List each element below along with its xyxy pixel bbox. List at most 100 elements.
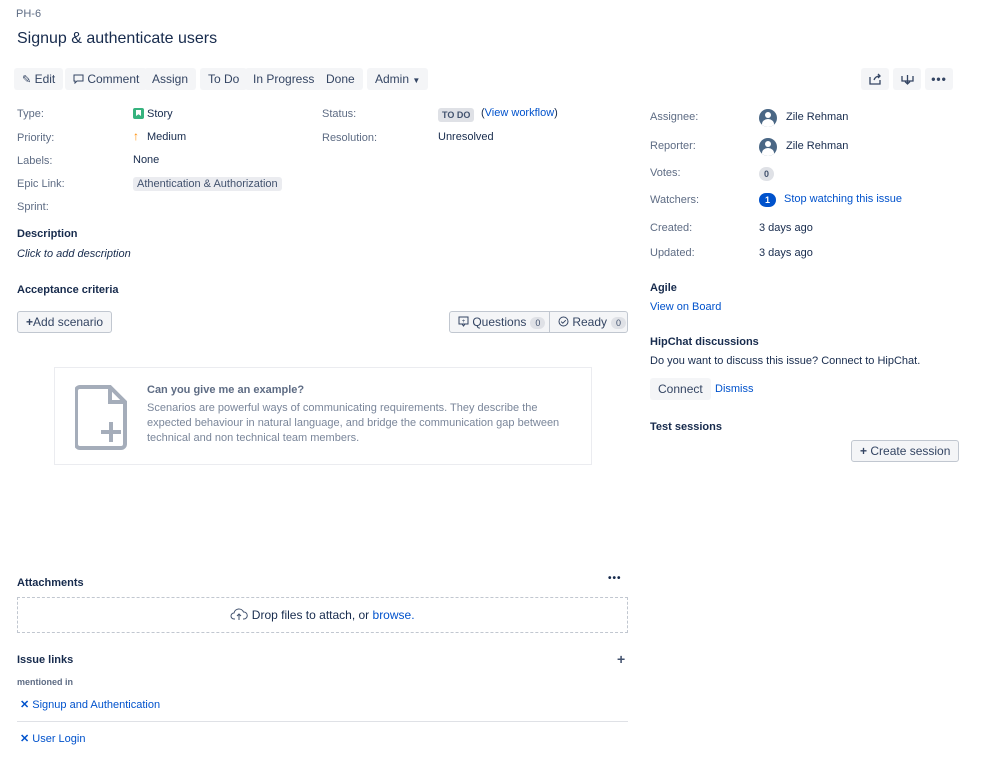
connect-button[interactable]: Connect (650, 378, 711, 400)
more-icon: ••• (931, 72, 947, 86)
share-button[interactable] (861, 68, 889, 90)
admin-label: Admin (375, 72, 410, 86)
status-label: Status: (322, 108, 357, 120)
priority-value: Medium (147, 131, 187, 143)
create-session-label: Create session (870, 444, 951, 458)
plus-icon: + (26, 315, 34, 329)
epic-link-label: Epic Link: (17, 178, 65, 190)
confluence-icon: ✕ (20, 733, 30, 745)
plus-icon: + (860, 444, 868, 458)
reporter-label: Reporter: (650, 140, 696, 152)
avatar (759, 109, 777, 127)
stop-watching-link[interactable]: Stop watching this issue (784, 193, 902, 205)
view-workflow-link-wrap: (View workflow) (481, 107, 558, 119)
example-text: Scenarios are powerful ways of communica… (147, 402, 560, 444)
check-circle-icon (558, 315, 572, 329)
issue-link-item[interactable]: ✕ User Login (20, 732, 85, 745)
assignee-name[interactable]: Zile Rehman (786, 111, 848, 123)
confluence-icon: ✕ (20, 699, 30, 711)
created-label: Created: (650, 222, 693, 234)
edit-button[interactable]: ✎ Edit (14, 68, 64, 90)
questions-button[interactable]: + Questions 0 (449, 311, 550, 333)
todo-button[interactable]: To Do (200, 68, 248, 90)
issue-links-heading: Issue links (17, 654, 74, 666)
description-field[interactable]: Click to add description (17, 248, 131, 260)
description-heading: Description (17, 228, 78, 240)
watchers-count[interactable]: 1 (759, 193, 777, 207)
watchers-label: Watchers: (650, 194, 700, 206)
question-icon: + (458, 315, 472, 329)
story-icon (133, 108, 144, 119)
chevron-down-icon: ▼ (412, 76, 421, 85)
issue-link-text[interactable]: User Login (32, 733, 85, 745)
votes-label: Votes: (650, 167, 681, 179)
cloud-upload-icon (230, 608, 251, 622)
status-badge: TO DO (438, 108, 475, 122)
drop-text: Drop files to attach, or (251, 608, 370, 622)
assign-button[interactable]: Assign (144, 68, 197, 90)
comment-icon (73, 72, 87, 86)
ready-label: Ready (572, 315, 608, 329)
sprint-label: Sprint: (17, 201, 49, 213)
reporter-name[interactable]: Zile Rehman (786, 140, 848, 152)
add-scenario-button[interactable]: +Add scenario (17, 311, 113, 333)
attachments-more-button[interactable]: ••• (608, 573, 622, 584)
edit-label: Edit (34, 72, 56, 86)
export-button[interactable] (893, 68, 921, 90)
assignee-label: Assignee: (650, 111, 699, 123)
test-sessions-heading: Test sessions (650, 421, 722, 433)
arrow-up-icon: ↑ (133, 129, 139, 143)
resolution-label: Resolution: (322, 132, 378, 144)
updated-value: 3 days ago (759, 247, 813, 259)
priority-label: Priority: (17, 132, 55, 144)
issue-link-text[interactable]: Signup and Authentication (32, 699, 160, 711)
created-value: 3 days ago (759, 222, 813, 234)
votes-count[interactable]: 0 (759, 167, 775, 181)
example-title: Can you give me an example? (147, 384, 305, 396)
epic-link-value[interactable]: Athentication & Authorization (133, 177, 282, 191)
example-panel: Can you give me an example? Scenarios ar… (54, 367, 592, 465)
pencil-icon: ✎ (22, 74, 32, 86)
comment-label: Comment (87, 72, 140, 86)
issue-key[interactable]: PH-6 (16, 8, 41, 20)
page-title[interactable]: Signup & authenticate users (17, 30, 217, 48)
admin-dropdown[interactable]: Admin ▼ (367, 68, 429, 90)
view-on-board-link[interactable]: View on Board (650, 301, 721, 313)
labels-label: Labels: (17, 155, 53, 167)
paren-close: ) (554, 107, 558, 119)
type-value: Story (147, 108, 173, 120)
ready-count: 0 (611, 317, 627, 329)
updated-label: Updated: (650, 247, 695, 259)
questions-count: 0 (530, 317, 546, 329)
type-label: Type: (17, 108, 44, 120)
in-progress-button[interactable]: In Progress (245, 68, 323, 90)
svg-text:+: + (462, 319, 466, 325)
agile-heading: Agile (650, 282, 677, 294)
more-icon: ••• (608, 573, 622, 584)
done-button[interactable]: Done (318, 68, 363, 90)
view-workflow-link[interactable]: View workflow (485, 107, 555, 119)
add-scenario-label: Add scenario (33, 315, 104, 329)
labels-value: None (133, 154, 160, 166)
share-icon (868, 73, 881, 85)
export-icon (900, 75, 914, 85)
attachments-heading: Attachments (17, 577, 84, 589)
dismiss-link[interactable]: Dismiss (715, 383, 754, 395)
new-document-icon (74, 384, 129, 453)
more-actions-button[interactable]: ••• (925, 68, 953, 90)
browse-link[interactable]: browse. (373, 608, 415, 622)
acceptance-criteria-heading: Acceptance criteria (17, 284, 119, 296)
add-issue-link-button[interactable]: + (617, 651, 625, 667)
comment-button[interactable]: Comment (65, 68, 148, 90)
link-group-label: mentioned in (17, 677, 73, 687)
avatar (759, 138, 777, 156)
divider (17, 721, 628, 722)
issue-link-item[interactable]: ✕ Signup and Authentication (20, 698, 160, 711)
create-session-button[interactable]: + Create session (851, 440, 960, 462)
resolution-value: Unresolved (438, 131, 494, 143)
hipchat-heading: HipChat discussions (650, 336, 759, 348)
hipchat-text: Do you want to discuss this issue? Conne… (650, 355, 921, 367)
ready-button[interactable]: Ready 0 (549, 311, 628, 333)
attachment-drop-zone[interactable]: Drop files to attach, or browse. (17, 597, 628, 633)
questions-label: Questions (472, 315, 527, 329)
